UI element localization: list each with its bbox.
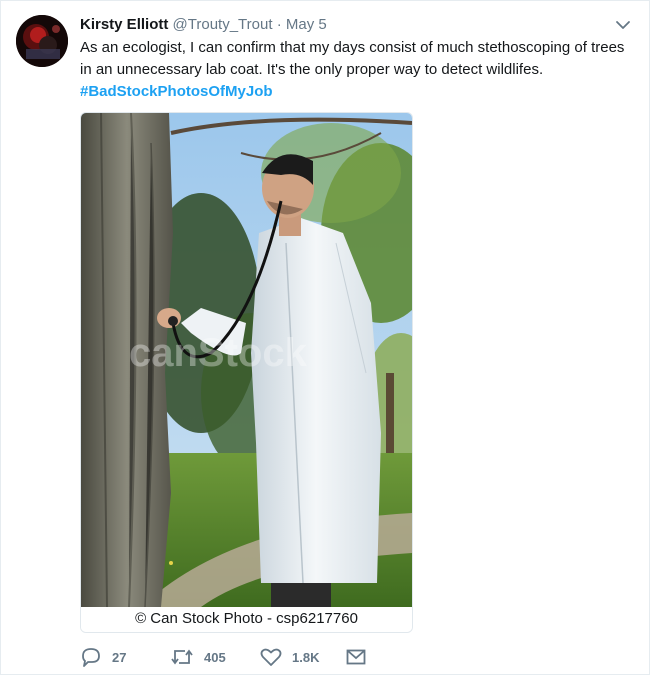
retweet-button[interactable]: 405 bbox=[170, 645, 226, 669]
like-count: 1.8K bbox=[292, 649, 320, 665]
like-button[interactable]: 1.8K bbox=[260, 645, 319, 669]
heart-icon bbox=[260, 648, 282, 666]
tweet-media[interactable]: canStock © Can Stock Photo - csp6217760 bbox=[80, 112, 413, 633]
reply-button[interactable]: 27 bbox=[80, 645, 126, 669]
reply-icon bbox=[82, 648, 100, 667]
avatar[interactable] bbox=[16, 15, 68, 67]
avatar-image bbox=[16, 15, 68, 67]
stock-photo: canStock bbox=[81, 113, 412, 607]
tweet-text: As an ecologist, I can confirm that my d… bbox=[80, 37, 625, 103]
author-name[interactable]: Kirsty Elliott bbox=[80, 16, 168, 33]
envelope-icon bbox=[346, 649, 366, 665]
hashtag-link[interactable]: #BadStockPhotosOfMyJob bbox=[80, 81, 625, 103]
tweet-body: As an ecologist, I can confirm that my d… bbox=[80, 39, 625, 78]
retweet-icon bbox=[171, 649, 193, 665]
watermark-text: canStock bbox=[129, 331, 308, 375]
photo-credit: © Can Stock Photo - csp6217760 bbox=[81, 607, 412, 632]
message-button[interactable] bbox=[345, 645, 377, 669]
reply-count: 27 bbox=[112, 649, 127, 665]
tweet-card[interactable]: Kirsty Elliott @Trouty_Trout · May 5 As … bbox=[0, 0, 650, 675]
chevron-down-icon[interactable] bbox=[615, 17, 631, 33]
tweet-actions: 27 405 1.8K bbox=[80, 645, 440, 669]
author-handle[interactable]: @Trouty_Trout bbox=[173, 16, 273, 33]
retweet-count: 405 bbox=[204, 649, 226, 665]
tweet-header: Kirsty Elliott @Trouty_Trout · May 5 bbox=[80, 15, 327, 35]
meta-separator: · bbox=[276, 16, 282, 33]
tweet-date[interactable]: May 5 bbox=[286, 16, 327, 33]
